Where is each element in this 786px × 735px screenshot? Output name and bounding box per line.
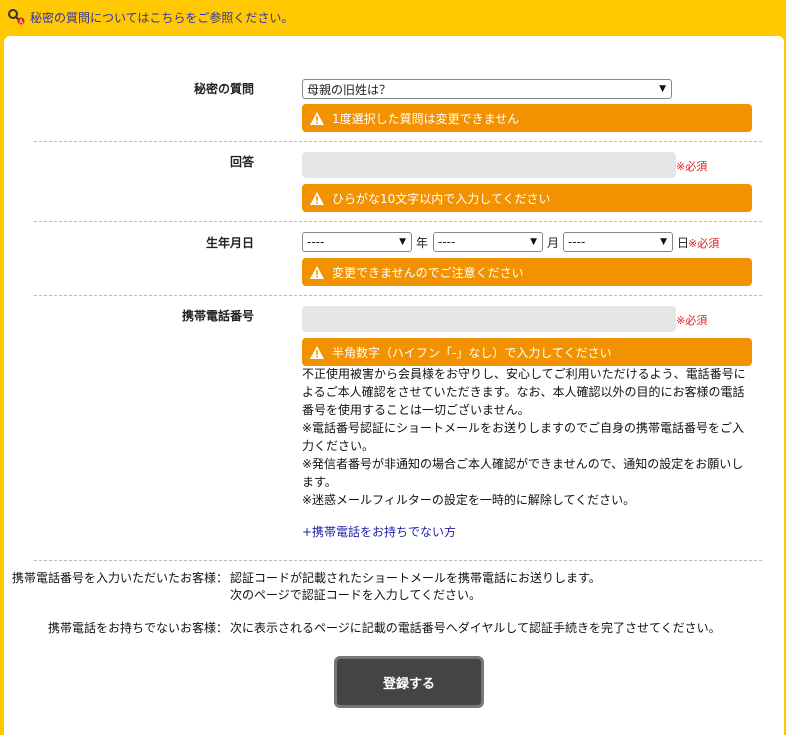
birthdate-label: 生年月日 <box>205 236 254 250</box>
warning-icon <box>310 191 324 205</box>
topbar: A 秘密の質問についてはこちらをご参照ください。 <box>0 0 786 34</box>
birth-year-value: ---- <box>307 235 325 249</box>
answer-label: 回答 <box>229 155 254 169</box>
dropdown-arrow-icon: ▼ <box>659 84 666 94</box>
secret-question-value: 母親の旧姓は？ <box>307 82 392 97</box>
answer-input[interactable] <box>302 152 676 178</box>
birth-month-value: ---- <box>438 235 456 249</box>
warning-text: ひらがな10文字以内で入力してください <box>332 191 551 206</box>
with-phone-label: 携帯電話番号を入力いただいたお客様： <box>12 571 229 585</box>
warning-text: 1度選択した質問は変更できません <box>332 111 520 126</box>
divider <box>34 560 762 561</box>
secret-question-select[interactable]: 母親の旧姓は？ ▼ <box>302 79 672 99</box>
phone-warning: 半角数字（ハイフン「-」なし）で入力してください <box>302 338 752 366</box>
note-line: ※発信者番号が非通知の場合ご本人確認ができませんので、通知の設定をお願いし <box>302 457 744 471</box>
form-panel: 秘密の質問 母親の旧姓は？ ▼ 1度選択した質問は変更できません 回答 ※必須 … <box>4 36 784 735</box>
note-line: 不正使用被害から会員様をお守りし、安心してご利用いただけるよう、電話番号に <box>302 367 746 381</box>
warning-text: 変更できませんのでご注意ください <box>332 265 524 280</box>
without-phone-text: 次に表示されるページに記載の電話番号へダイヤルして認証手続きを完了させてください… <box>230 621 721 635</box>
dropdown-arrow-icon: ▼ <box>399 237 406 247</box>
birth-month-select[interactable]: ---- ▼ <box>433 232 543 252</box>
no-phone-link[interactable]: +携帯電話をお持ちでない方 <box>302 523 456 540</box>
dropdown-arrow-icon: ▼ <box>660 237 667 247</box>
birth-day-select[interactable]: ---- ▼ <box>563 232 673 252</box>
warning-icon <box>310 265 324 279</box>
secret-question-warning: 1度選択した質問は変更できません <box>302 104 752 132</box>
key-icon: A <box>8 9 26 26</box>
secret-question-help-link[interactable]: 秘密の質問についてはこちらをご参照ください。 <box>30 9 293 26</box>
required-mark: ※必須 <box>676 160 708 173</box>
year-unit: 年 <box>416 236 429 250</box>
warning-icon <box>310 345 324 359</box>
note-line: 番号を使用することは一切ございません。 <box>302 403 530 417</box>
register-button[interactable]: 登録する <box>334 656 484 708</box>
required-mark: ※必須 <box>676 314 708 327</box>
note-line: ※電話番号認証にショートメールをお送りしますのでご自身の携帯電話番号をご入 <box>302 421 745 435</box>
divider <box>34 295 762 296</box>
birth-day-value: ---- <box>568 235 586 249</box>
answer-warning: ひらがな10文字以内で入力してください <box>302 184 752 212</box>
phone-notes: 不正使用被害から会員様をお守りし、安心してご利用いただけるよう、電話番号に よる… <box>302 365 752 509</box>
phone-label: 携帯電話番号 <box>181 309 254 323</box>
note-line: ます。 <box>302 475 337 489</box>
birth-year-select[interactable]: ---- ▼ <box>302 232 412 252</box>
phone-input[interactable] <box>302 306 676 332</box>
required-mark: ※必須 <box>688 237 720 250</box>
without-phone-label: 携帯電話をお持ちでないお客様： <box>48 621 229 635</box>
dropdown-arrow-icon: ▼ <box>530 237 537 247</box>
divider <box>34 221 762 222</box>
with-phone-text-1: 認証コードが記載されたショートメールを携帯電話にお送りします。 <box>230 571 601 585</box>
secret-question-label: 秘密の質問 <box>193 82 254 96</box>
note-line: ※迷惑メールフィルターの設定を一時的に解除してください。 <box>302 493 636 507</box>
month-unit: 月 <box>547 236 560 250</box>
note-line: よるご本人確認をさせていただきます。なお、本人確認以外の目的にお客様の電話 <box>302 385 745 399</box>
warning-text: 半角数字（ハイフン「-」なし）で入力してください <box>332 345 612 360</box>
warning-icon <box>310 111 324 125</box>
note-line: 力ください。 <box>302 439 375 453</box>
with-phone-text-2: 次のページで認証コードを入力してください。 <box>230 588 482 602</box>
birthdate-warning: 変更できませんのでご注意ください <box>302 258 752 286</box>
divider <box>34 141 762 142</box>
